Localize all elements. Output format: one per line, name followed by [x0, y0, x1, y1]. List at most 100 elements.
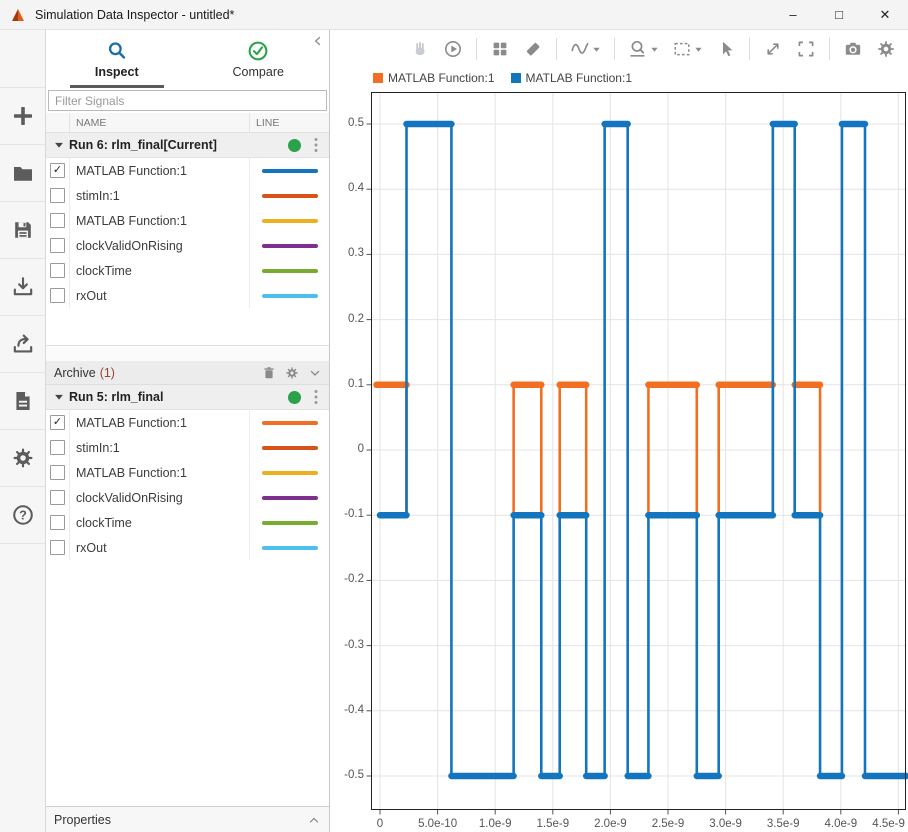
signal-checkbox[interactable]: [50, 188, 65, 203]
archive-gear-icon[interactable]: [284, 365, 300, 381]
signal-line-swatch[interactable]: [262, 169, 318, 173]
signal-checkbox[interactable]: [50, 540, 65, 555]
rail-button-add[interactable]: [0, 88, 45, 145]
toolbar-button-zoom-x[interactable]: [628, 39, 659, 59]
signal-checkbox[interactable]: [50, 465, 65, 480]
signal-line-swatch[interactable]: [262, 496, 318, 500]
archive-chevron-down-icon[interactable]: [307, 365, 323, 381]
signal-row[interactable]: rxOut: [46, 283, 329, 308]
toolbar-button-cursor-arrow[interactable]: [716, 39, 736, 59]
signal-line-swatch[interactable]: [262, 421, 318, 425]
rail-button-import[interactable]: [0, 259, 45, 316]
signal-checkbox[interactable]: [50, 288, 65, 303]
signal-line-swatch[interactable]: [262, 471, 318, 475]
zoom-box-icon[interactable]: [672, 39, 692, 59]
plot-toolbar: [330, 30, 908, 68]
run-header-archived[interactable]: Run 5: rlm_final: [46, 385, 329, 410]
disclosure-triangle-icon[interactable]: [52, 138, 66, 152]
signal-row[interactable]: stimIn:1: [46, 183, 329, 208]
signal-row[interactable]: clockValidOnRising: [46, 233, 329, 258]
layout-grid-icon[interactable]: [490, 39, 510, 59]
signal-checkbox[interactable]: ✓: [50, 415, 65, 430]
tab-compare[interactable]: Compare: [188, 30, 330, 88]
toolbar-button-gear[interactable]: [876, 39, 896, 59]
rail-button-settings-gear[interactable]: [0, 430, 45, 487]
disclosure-triangle-icon[interactable]: [52, 390, 66, 404]
fullscreen-icon[interactable]: [796, 39, 816, 59]
signal-line-cell: [250, 219, 329, 223]
signal-row[interactable]: ✓MATLAB Function:1: [46, 410, 329, 435]
toolbar-button-fullscreen[interactable]: [796, 39, 816, 59]
caret-down-icon[interactable]: [592, 45, 601, 54]
toolbar-button-zoom-box[interactable]: [672, 39, 703, 59]
rail-button-open-folder[interactable]: [0, 145, 45, 202]
toolbar-button-fit-diagonal[interactable]: [763, 39, 783, 59]
signal-line-swatch[interactable]: [262, 194, 318, 198]
signal-line-swatch[interactable]: [262, 521, 318, 525]
signal-checkbox[interactable]: [50, 440, 65, 455]
caret-down-icon[interactable]: [650, 45, 659, 54]
properties-bar[interactable]: Properties: [46, 806, 329, 832]
tab-inspect[interactable]: Inspect: [46, 30, 188, 88]
signal-line-swatch[interactable]: [262, 294, 318, 298]
maximize-button[interactable]: □: [816, 0, 862, 29]
toolbar-separator: [829, 38, 830, 60]
caret-down-icon[interactable]: [694, 45, 703, 54]
signal-checkbox-cell: [46, 208, 70, 233]
signal-line-swatch[interactable]: [262, 269, 318, 273]
cursor-arrow-icon[interactable]: [716, 39, 736, 59]
filter-signals-input[interactable]: [48, 90, 327, 111]
toolbar-button-replay[interactable]: [443, 39, 463, 59]
signal-checkbox[interactable]: [50, 490, 65, 505]
signal-row[interactable]: stimIn:1: [46, 435, 329, 460]
replay-icon[interactable]: [443, 39, 463, 59]
signal-wave-icon[interactable]: [570, 39, 590, 59]
kebab-menu-icon[interactable]: [309, 136, 323, 154]
run-header-current[interactable]: Run 6: rlm_final[Current]: [46, 133, 329, 158]
signal-row[interactable]: ✓MATLAB Function:1: [46, 158, 329, 183]
signal-checkbox[interactable]: [50, 238, 65, 253]
signal-line-swatch[interactable]: [262, 546, 318, 550]
signal-row[interactable]: MATLAB Function:1: [46, 460, 329, 485]
collapse-sidebar-chevron-left-icon[interactable]: [311, 34, 325, 48]
signal-row[interactable]: rxOut: [46, 535, 329, 560]
rail-button-report[interactable]: [0, 373, 45, 430]
signal-checkbox[interactable]: ✓: [50, 163, 65, 178]
toolbar-button-layout-grid[interactable]: [490, 39, 510, 59]
close-button[interactable]: ✕: [862, 0, 908, 29]
rail-button-save[interactable]: [0, 202, 45, 259]
signal-line-swatch[interactable]: [262, 219, 318, 223]
rail-button-help[interactable]: ?: [0, 487, 45, 544]
rail-button-export[interactable]: [0, 316, 45, 373]
minimize-button[interactable]: –: [770, 0, 816, 29]
fit-diagonal-icon[interactable]: [763, 39, 783, 59]
kebab-menu-icon[interactable]: [309, 388, 323, 406]
signal-checkbox[interactable]: [50, 515, 65, 530]
archive-count: (1): [100, 366, 115, 380]
toolbar-button-camera[interactable]: [843, 39, 863, 59]
signal-checkbox[interactable]: [50, 263, 65, 278]
signal-row[interactable]: clockValidOnRising: [46, 485, 329, 510]
signal-row[interactable]: clockTime: [46, 258, 329, 283]
eraser-icon[interactable]: [523, 39, 543, 59]
toolbar-button-signal-wave[interactable]: [570, 39, 601, 59]
toolbar-button-eraser[interactable]: [523, 39, 543, 59]
trash-icon[interactable]: [261, 365, 277, 381]
archive-gap: [46, 346, 329, 361]
chevron-up-icon[interactable]: [307, 813, 321, 827]
plot-panel: MATLAB Function:1MATLAB Function:1 05.0e…: [330, 30, 908, 832]
signal-row[interactable]: clockTime: [46, 510, 329, 535]
legend-item[interactable]: MATLAB Function:1: [511, 71, 633, 85]
signal-line-cell: [250, 521, 329, 525]
zoom-x-icon[interactable]: [628, 39, 648, 59]
archive-header[interactable]: Archive (1): [46, 361, 329, 385]
camera-icon[interactable]: [843, 39, 863, 59]
gear-icon[interactable]: [876, 39, 896, 59]
signal-row[interactable]: MATLAB Function:1: [46, 208, 329, 233]
signal-checkbox[interactable]: [50, 213, 65, 228]
signal-plot[interactable]: [366, 92, 908, 818]
signal-line-swatch[interactable]: [262, 244, 318, 248]
legend-item[interactable]: MATLAB Function:1: [373, 71, 495, 85]
report-icon: [11, 389, 35, 413]
signal-line-swatch[interactable]: [262, 446, 318, 450]
